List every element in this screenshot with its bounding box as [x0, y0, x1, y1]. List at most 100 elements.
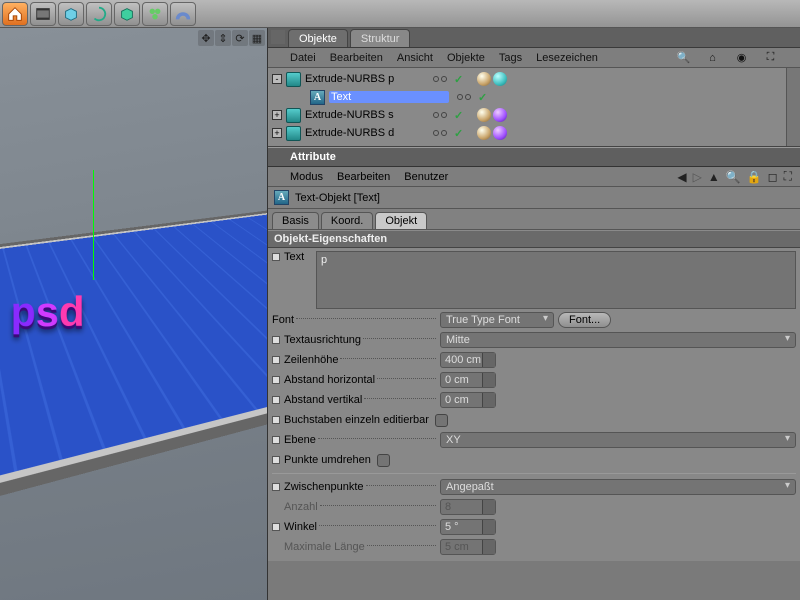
shape-button[interactable]: [142, 2, 168, 26]
menu-objekte[interactable]: Objekte: [447, 52, 485, 64]
section-header: Objekt-Eigenschaften: [268, 230, 800, 248]
tree-row[interactable]: A Text ✓: [272, 88, 796, 106]
editable-checkbox[interactable]: [435, 414, 448, 427]
tree-label[interactable]: Text: [329, 91, 449, 103]
angle-field[interactable]: 5 °: [440, 519, 496, 535]
interp-dropdown[interactable]: Angepaßt: [440, 479, 796, 495]
menu-bearbeiten2[interactable]: Bearbeiten: [337, 171, 390, 183]
menu-benutzer[interactable]: Benutzer: [404, 171, 448, 183]
nav-up-icon[interactable]: ▲: [708, 170, 720, 184]
visibility-dots[interactable]: [433, 76, 447, 82]
viewport-floor: [0, 211, 268, 537]
bend-button[interactable]: [170, 2, 196, 26]
objects-tabs: Objekte Struktur: [268, 28, 800, 48]
main-toolbar: [0, 0, 800, 28]
film-button[interactable]: [30, 2, 56, 26]
eye-icon[interactable]: ◉: [734, 50, 749, 65]
objects-menu: Datei Bearbeiten Ansicht Objekte Tags Le…: [268, 48, 800, 68]
tree-row[interactable]: + Extrude-NURBS d ✓: [272, 124, 796, 142]
expand-toggle[interactable]: +: [272, 128, 282, 138]
cube-button[interactable]: [58, 2, 84, 26]
count-label: Anzahl: [284, 501, 318, 513]
font-label: Font: [272, 314, 294, 326]
enable-check-icon[interactable]: ✓: [454, 73, 463, 86]
enable-check-icon[interactable]: ✓: [454, 109, 463, 122]
menu-tags[interactable]: Tags: [499, 52, 522, 64]
extrude-icon: [286, 72, 301, 87]
orbit-icon[interactable]: ⟳: [232, 30, 248, 46]
plane-label: Ebene: [284, 434, 316, 446]
zoom-icon[interactable]: ⇕: [215, 30, 231, 46]
lineheight-field[interactable]: 400 cm: [440, 352, 496, 368]
nav-back-icon[interactable]: ◀: [677, 170, 686, 184]
hspace-label: Abstand horizontal: [284, 374, 375, 386]
expand-icon[interactable]: ⛶: [763, 50, 778, 65]
tag-icons[interactable]: [477, 72, 507, 86]
vspace-label: Abstand vertikal: [284, 394, 362, 406]
search2-icon[interactable]: 🔍: [726, 170, 741, 184]
cube2-button[interactable]: [114, 2, 140, 26]
tab-struktur[interactable]: Struktur: [350, 29, 411, 47]
pan-icon[interactable]: ✥: [198, 30, 214, 46]
divider: [272, 473, 796, 474]
3d-viewport[interactable]: ✥ ⇕ ⟳ ▦ psd: [0, 28, 268, 600]
spiral-button[interactable]: [86, 2, 112, 26]
search-icon[interactable]: 🔍: [676, 50, 691, 65]
enable-check-icon[interactable]: ✓: [454, 127, 463, 140]
text-label: Text: [284, 251, 304, 263]
expand2-icon[interactable]: ⛶: [784, 169, 792, 184]
new-icon[interactable]: ◻: [768, 170, 778, 184]
menu-datei[interactable]: Datei: [290, 52, 316, 64]
menu-modus[interactable]: Modus: [290, 171, 323, 183]
tab-koord[interactable]: Koord.: [321, 212, 373, 229]
hspace-field[interactable]: 0 cm: [440, 372, 496, 388]
nav-fwd-icon[interactable]: ▷: [693, 170, 702, 184]
tree-label[interactable]: Extrude-NURBS p: [305, 73, 425, 85]
tab-basis[interactable]: Basis: [272, 212, 319, 229]
align-label: Textausrichtung: [284, 334, 361, 346]
text-object-icon: A: [274, 190, 289, 205]
flip-label: Punkte umdrehen: [284, 454, 371, 466]
font-button[interactable]: Font...: [558, 312, 611, 328]
menu-lesezeichen[interactable]: Lesezeichen: [536, 52, 598, 64]
layout-icon[interactable]: ▦: [249, 30, 265, 46]
expand-toggle[interactable]: -: [272, 74, 282, 84]
visibility-dots[interactable]: [457, 94, 471, 100]
home-icon[interactable]: ⌂: [705, 50, 720, 65]
tree-row[interactable]: + Extrude-NURBS s ✓: [272, 106, 796, 124]
expand-toggle[interactable]: +: [272, 110, 282, 120]
attribute-menu: Modus Bearbeiten Benutzer ◀ ▷ ▲ 🔍 🔒 ◻ ⛶: [268, 167, 800, 187]
enable-check-icon[interactable]: ✓: [478, 91, 487, 104]
tag-icons[interactable]: [477, 108, 507, 122]
maxlen-label: Maximale Länge: [284, 541, 365, 553]
attribute-title-row: A Text-Objekt [Text]: [268, 187, 800, 209]
menu-ansicht[interactable]: Ansicht: [397, 52, 433, 64]
tree-label[interactable]: Extrude-NURBS s: [305, 109, 425, 121]
plane-dropdown[interactable]: XY: [440, 432, 796, 448]
lock-icon[interactable]: 🔒: [747, 170, 762, 184]
tag-icons[interactable]: [477, 126, 507, 140]
flip-checkbox[interactable]: [377, 454, 390, 467]
extrude-icon: [286, 126, 301, 141]
editable-label: Buchstaben einzeln editierbar: [284, 414, 429, 426]
panel-grip-icon[interactable]: [271, 30, 285, 44]
visibility-dots[interactable]: [433, 130, 447, 136]
tab-objekt[interactable]: Objekt: [375, 212, 427, 229]
tree-label[interactable]: Extrude-NURBS d: [305, 127, 425, 139]
align-dropdown[interactable]: Mitte: [440, 332, 796, 348]
viewport-3d-text: psd: [11, 288, 85, 336]
tree-row[interactable]: - Extrude-NURBS p ✓: [272, 70, 796, 88]
text-icon: A: [310, 90, 325, 105]
tab-objekte[interactable]: Objekte: [288, 29, 348, 47]
tree-scrollbar[interactable]: [786, 68, 800, 146]
viewport-nav-tools: ✥ ⇕ ⟳ ▦: [198, 30, 265, 46]
count-field: 8: [440, 499, 496, 515]
font-type-dropdown[interactable]: True Type Font: [440, 312, 554, 328]
visibility-dots[interactable]: [433, 112, 447, 118]
home-button[interactable]: [2, 2, 28, 26]
lineheight-label: Zeilenhöhe: [284, 354, 338, 366]
extrude-icon: [286, 108, 301, 123]
menu-bearbeiten[interactable]: Bearbeiten: [330, 52, 383, 64]
text-field[interactable]: p: [316, 251, 796, 309]
vspace-field[interactable]: 0 cm: [440, 392, 496, 408]
